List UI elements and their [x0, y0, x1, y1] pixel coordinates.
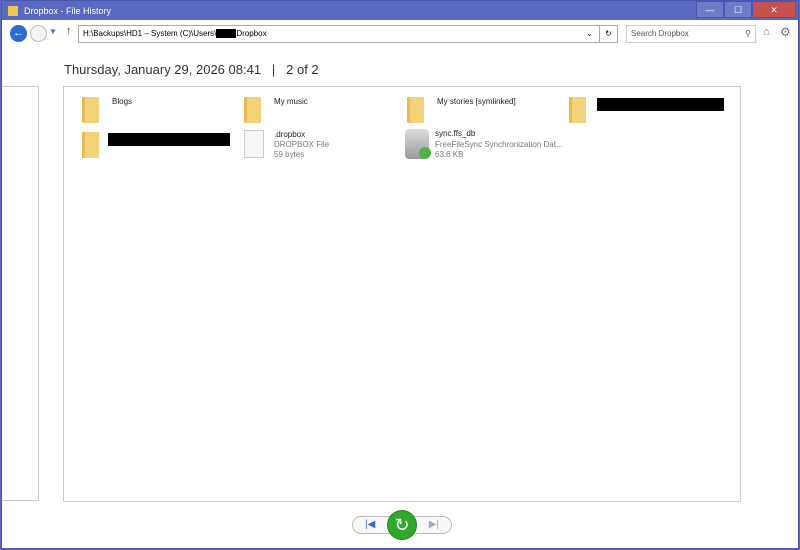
home-icon[interactable]: ⌂ [763, 26, 770, 38]
item-name: Blogs [112, 97, 133, 106]
item-size: 59 bytes [274, 150, 305, 159]
search-input[interactable]: Search Dropbox ⚲ [626, 25, 756, 43]
folder-icon [569, 97, 586, 123]
search-icon[interactable]: ⚲ [745, 26, 751, 42]
database-sync-icon [405, 129, 431, 159]
address-suffix: Dropbox [236, 29, 267, 38]
list-item[interactable] [82, 132, 242, 172]
folder-icon [82, 97, 99, 123]
list-item[interactable]: Blogs [82, 97, 242, 137]
list-item[interactable]: .dropbox DROPBOX File 59 bytes [244, 130, 404, 170]
title-bar: Dropbox - File History — ☐ ✕ [2, 1, 798, 20]
item-name: My music [274, 97, 308, 106]
close-button[interactable]: ✕ [752, 1, 796, 18]
list-item[interactable]: sync.ffs_db FreeFileSync Synchronization … [405, 129, 585, 169]
folder-icon [407, 97, 424, 123]
restore-button[interactable]: ↻ [387, 510, 417, 540]
item-name: sync.ffs_db [435, 129, 476, 138]
up-button[interactable]: ↑ [66, 25, 72, 37]
address-prefix: H:\Backups\HD1 – System (C)\Users\ [83, 29, 217, 38]
folder-icon [244, 97, 261, 123]
toolbar: ← ▼ ↑ H:\Backups\HD1 – System (C)\Users\… [2, 21, 798, 47]
minimize-button[interactable]: — [696, 1, 724, 18]
address-dropdown-icon[interactable]: ⌄ [586, 26, 593, 42]
refresh-icon[interactable]: ↻ [599, 26, 617, 42]
list-item[interactable] [569, 97, 729, 137]
snapshot-date: Thursday, January 29, 2026 08:41 [64, 62, 262, 77]
file-list: Blogs My music My stories [symlinked] .d… [63, 86, 741, 502]
file-history-window: Dropbox - File History — ☐ ✕ ← ▼ ↑ H:\Ba… [1, 0, 799, 549]
redacted-name [108, 133, 230, 146]
previous-snapshot-panel[interactable] [2, 86, 39, 501]
previous-version-button[interactable]: |◀ [365, 519, 375, 530]
app-icon [8, 5, 18, 16]
snapshot-header: Thursday, January 29, 2026 08:41 | 2 of … [64, 62, 319, 77]
recent-locations-dropdown[interactable]: ▼ [49, 27, 57, 36]
redacted-username [216, 29, 237, 39]
separator: | [271, 62, 276, 77]
window-title: Dropbox - File History [24, 5, 112, 16]
address-bar[interactable]: H:\Backups\HD1 – System (C)\Users\ Dropbo… [78, 25, 618, 43]
page-indicator: 2 of 2 [286, 62, 319, 77]
gear-icon[interactable]: ⚙ [780, 25, 791, 39]
file-icon [244, 130, 264, 158]
item-type: FreeFileSync Synchronization Dat... [435, 140, 563, 149]
item-name: .dropbox [274, 130, 306, 139]
redacted-name [597, 98, 724, 111]
search-placeholder: Search Dropbox [631, 29, 689, 38]
back-button[interactable]: ← [10, 25, 27, 42]
next-version-button[interactable]: ▶| [429, 519, 439, 530]
folder-icon [82, 132, 99, 158]
forward-button[interactable] [30, 25, 47, 42]
item-size: 63.6 KB [435, 150, 464, 159]
item-type: DROPBOX File [274, 140, 330, 149]
item-name: My stories [symlinked] [437, 97, 516, 106]
maximize-button[interactable]: ☐ [724, 1, 752, 18]
